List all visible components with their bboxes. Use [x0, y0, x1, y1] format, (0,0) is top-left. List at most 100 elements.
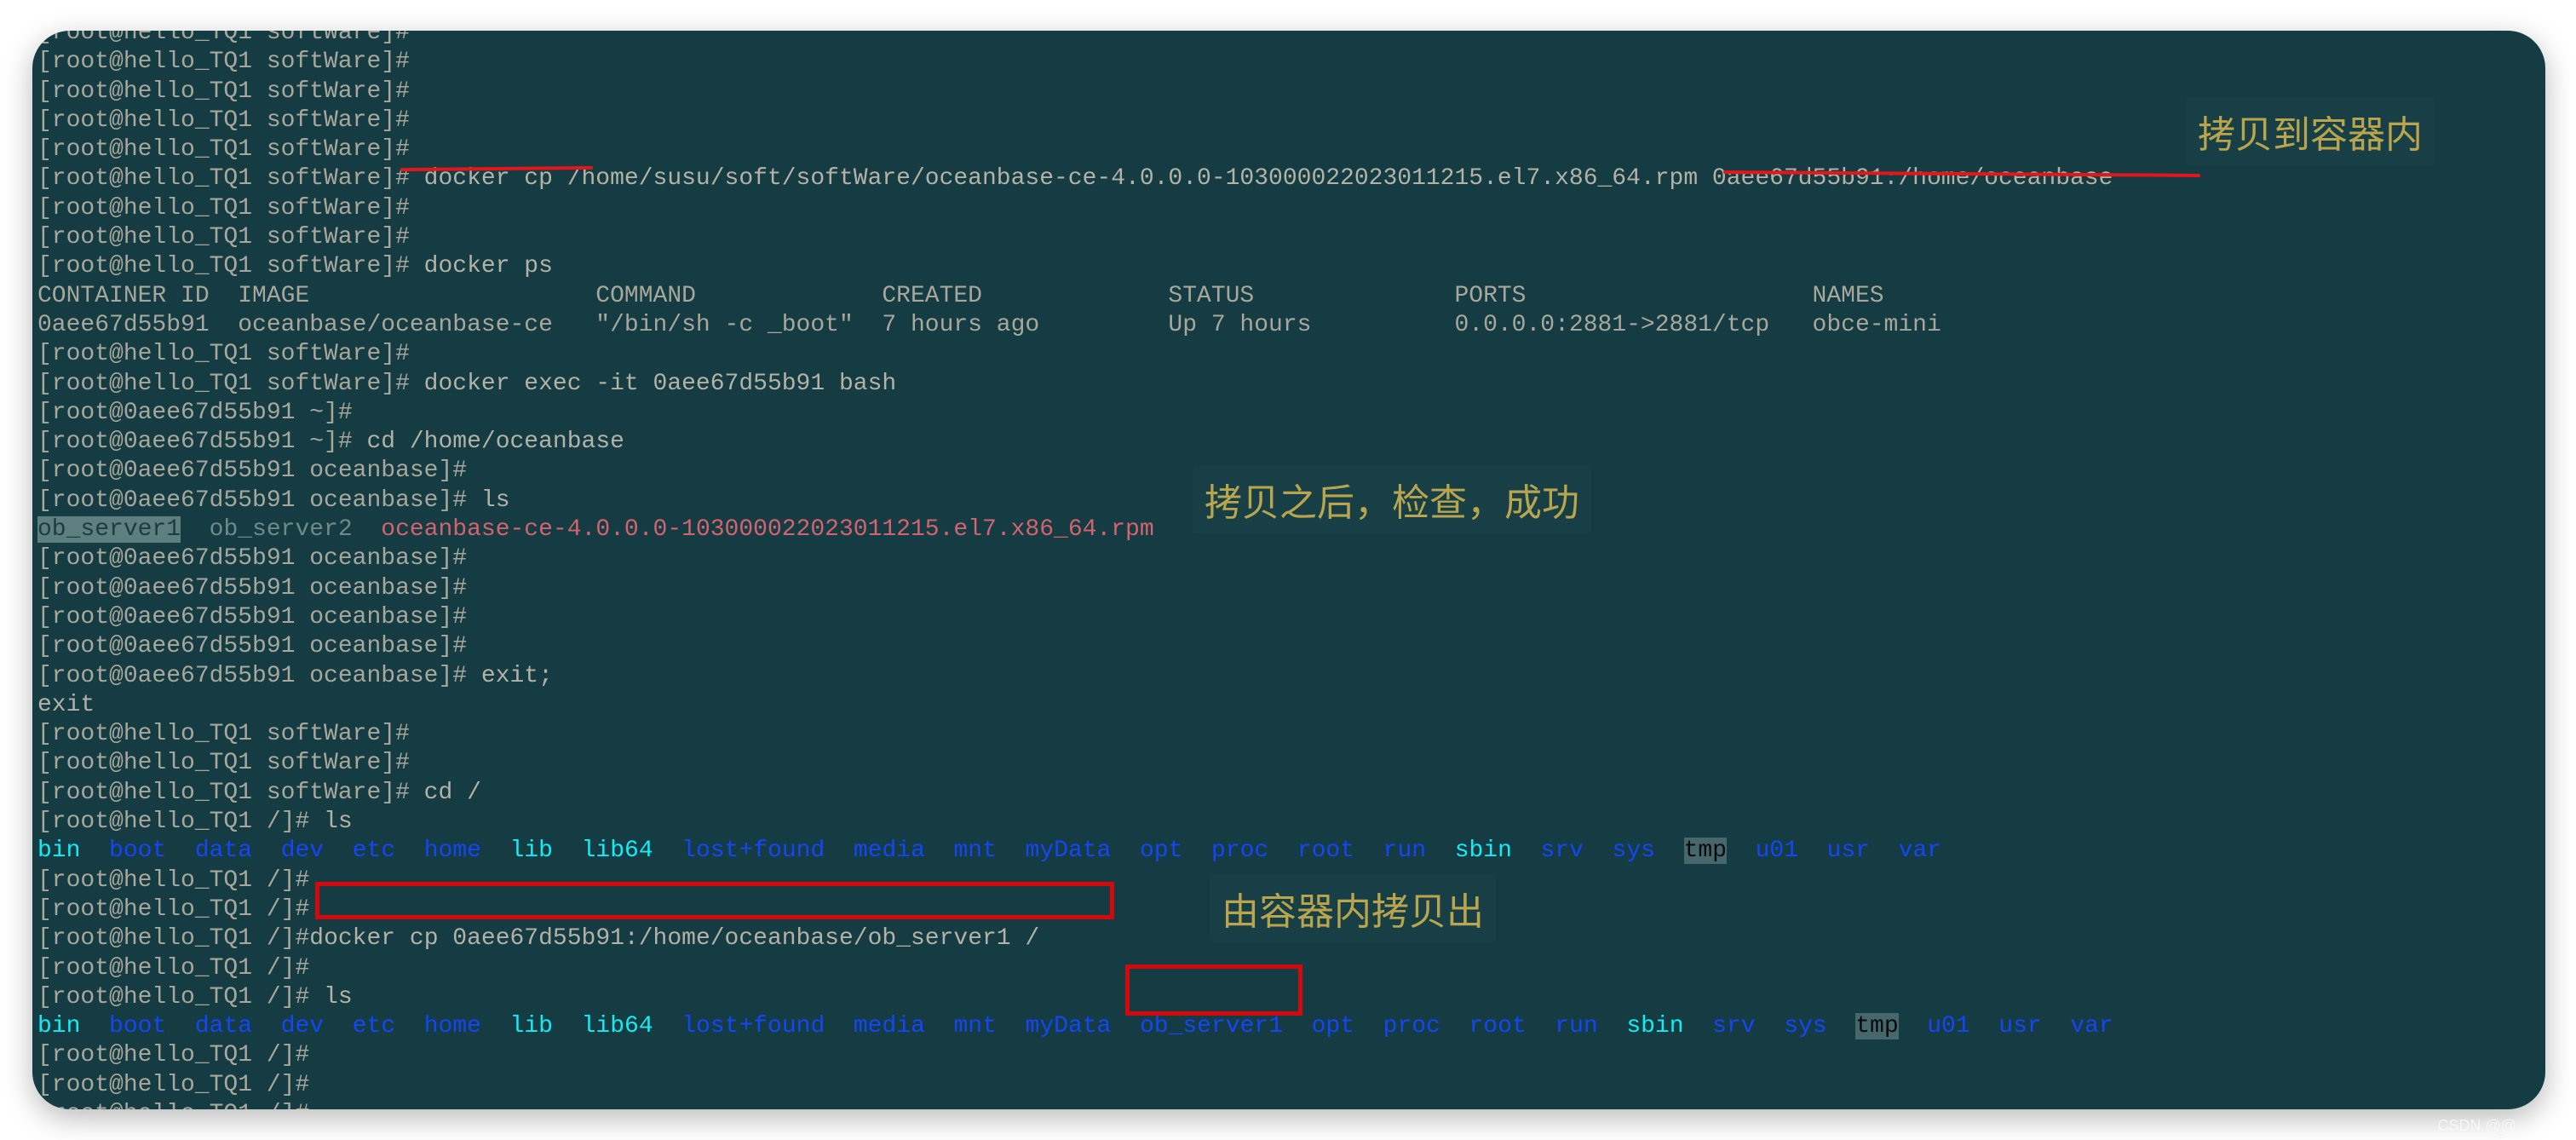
shell-prompt: [root@0aee67d55b91 oceanbase]# [37, 574, 468, 602]
terminal-line: [root@0aee67d55b91 oceanbase]# [37, 574, 2545, 603]
shell-command: exit; [467, 662, 553, 689]
annotation-copy-out-of-container: 由容器内拷贝出 [1210, 874, 1496, 942]
shell-prompt: [root@hello_TQ1 softWare]# [37, 49, 410, 76]
shell-prompt: [root@0aee67d55b91 ~]# [37, 399, 353, 426]
ls-entry: u01 [1755, 838, 1799, 865]
ls-entry: root [1297, 838, 1355, 865]
terminal-line: [root@0aee67d55b91 oceanbase]# [37, 603, 2545, 632]
shell-command: cd /home/oceanbase [352, 429, 624, 456]
terminal-line: [root@hello_TQ1 softWare]# [37, 107, 2545, 135]
ls-entry: lib64 [581, 1013, 653, 1040]
terminal-line: [root@0aee67d55b91 ~]# cd /home/oceanbas… [37, 428, 2545, 457]
ls-entry: sbin [1626, 1013, 1684, 1040]
shell-prompt: [root@hello_TQ1 softWare]# [37, 750, 410, 777]
terminal-line: [root@hello_TQ1 softWare]# [37, 31, 2545, 48]
terminal-line: [root@hello_TQ1 softWare]# [37, 223, 2545, 252]
terminal-line: [root@hello_TQ1 softWare]# cd / [37, 779, 2545, 808]
shell-prompt: [root@hello_TQ1 /]# [37, 983, 310, 1010]
ls-entry: sys [1612, 838, 1655, 865]
shell-command: cd / [409, 779, 481, 806]
ls-entry: usr [1826, 838, 1871, 865]
ls-entry: var [2070, 1013, 2113, 1040]
ls-entry: lib [509, 838, 553, 865]
ls-entry: proc [1211, 838, 1269, 865]
highlight-box-copy-out-command [315, 882, 1114, 919]
shell-prompt: [root@0aee67d55b91 oceanbase]# [37, 487, 468, 514]
ls-entry: sbin [1454, 838, 1512, 865]
shell-prompt: [root@hello_TQ1 /]# [37, 809, 310, 836]
terminal-window[interactable]: [root@hello_TQ1 softWare]# [root@hello_TQ… [32, 31, 2545, 1109]
ls-entry: opt [1139, 838, 1183, 865]
shell-prompt: [root@0aee67d55b91 oceanbase]# [37, 662, 468, 689]
ls-entry: media [853, 1013, 925, 1040]
ls-entry: ob_server1 [1139, 1013, 1283, 1040]
shell-command: exit [37, 691, 95, 718]
terminal-line: [root@0aee67d55b91 oceanbase]# [37, 544, 2545, 573]
ls-entry: srv [1540, 838, 1584, 865]
ls-output-line: bin boot data dev etc home lib lib64 los… [37, 1012, 2545, 1041]
highlight-box-ob-server1 [1125, 964, 1302, 1016]
shell-command: docker exec -it 0aee67d55b91 bash [409, 370, 897, 397]
ls-entry: home [423, 1013, 481, 1040]
shell-prompt: [root@hello_TQ1 /]# [37, 867, 310, 894]
shell-command: docker cp /home/susu/soft/softWare/ocean… [409, 165, 2113, 193]
ls-entry: dev [280, 838, 325, 865]
ls-entry: tmp [1855, 1013, 1899, 1040]
ls-entry: sys [1784, 1013, 1827, 1040]
shell-prompt: [root@hello_TQ1 softWare]# [37, 779, 410, 806]
terminal-line: [root@hello_TQ1 softWare]# [37, 749, 2545, 778]
ls-entry: opt [1311, 1013, 1355, 1040]
shell-prompt: [root@0aee67d55b91 oceanbase]# [37, 633, 468, 660]
docker-ps-row: 0aee67d55b91 oceanbase/oceanbase-ce "/bi… [37, 311, 1941, 338]
terminal-line: [root@hello_TQ1 softWare]# docker ps [37, 252, 2545, 281]
ls-output-line: bin boot data dev etc home lib lib64 los… [37, 837, 2545, 866]
shell-prompt: [root@hello_TQ1 /]# [37, 925, 310, 953]
shell-prompt: [root@0aee67d55b91 oceanbase]# [37, 603, 468, 630]
terminal-line: [root@hello_TQ1 /]# [37, 1100, 2545, 1109]
terminal-line: [root@hello_TQ1 /]# [37, 1041, 2545, 1070]
ls-entry: etc [352, 1013, 396, 1040]
ls-entry-rpm: oceanbase-ce-4.0.0.0-103000022023011215.… [381, 516, 1154, 544]
ls-entry: lost+found [681, 1013, 825, 1040]
ls-entry: ob_server1 [37, 516, 181, 544]
ls-entry: data [194, 838, 253, 865]
shell-prompt: [root@0aee67d55b91 oceanbase]# [37, 458, 468, 485]
shell-command: ls [467, 487, 510, 514]
ls-entry: myData [1025, 838, 1112, 865]
terminal-line: [root@hello_TQ1 softWare]# [37, 48, 2545, 77]
ls-entry: lost+found [681, 838, 825, 865]
shell-prompt: [root@hello_TQ1 softWare]# [37, 136, 410, 164]
shell-prompt: [root@hello_TQ1 softWare]# [37, 721, 410, 748]
shell-prompt: [root@hello_TQ1 /]# [37, 954, 310, 982]
ls-entry: usr [1998, 1013, 2042, 1040]
ls-entry: dev [280, 1013, 325, 1040]
ls-entry: media [853, 838, 925, 865]
shell-prompt: [root@hello_TQ1 softWare]# [37, 78, 410, 105]
terminal-output[interactable]: [root@hello_TQ1 softWare]# [root@hello_TQ… [37, 31, 2545, 1109]
ls-entry: run [1555, 1013, 1598, 1040]
shell-command: ls [309, 809, 353, 836]
terminal-line: [root@hello_TQ1 softWare]# docker exec -… [37, 370, 2545, 399]
shell-prompt: [root@hello_TQ1 softWare]# [37, 165, 410, 193]
watermark: CSDN @@ [2437, 1117, 2516, 1134]
ls-entry: root [1469, 1013, 1527, 1040]
ls-entry: lib64 [581, 838, 653, 865]
ls-entry: etc [352, 838, 396, 865]
terminal-line: [root@0aee67d55b91 ~]# [37, 399, 2545, 428]
shell-command: docker cp 0aee67d55b91:/home/oceanbase/o… [309, 925, 1040, 953]
shell-prompt: [root@hello_TQ1 softWare]# [37, 341, 410, 368]
shell-command: ls [309, 983, 353, 1010]
ls-entry: myData [1025, 1013, 1112, 1040]
ls-entry: tmp [1683, 838, 1727, 865]
ls-entry: data [194, 1013, 253, 1040]
ls-entry: run [1383, 838, 1427, 865]
ls-entry: mnt [953, 838, 997, 865]
shell-prompt: [root@hello_TQ1 softWare]# [37, 31, 410, 46]
terminal-line: [root@hello_TQ1 softWare]# [37, 720, 2545, 749]
shell-prompt: [root@hello_TQ1 /]# [37, 1101, 309, 1109]
ls-entry: u01 [1927, 1013, 1970, 1040]
terminal-line: [root@hello_TQ1 softWare]# [37, 340, 2545, 369]
ls-entry: ob_server2 [209, 516, 353, 544]
annotation-check-success: 拷贝之后，检查，成功 [1193, 465, 1591, 533]
shell-prompt: [root@0aee67d55b91 ~]# [37, 429, 353, 456]
